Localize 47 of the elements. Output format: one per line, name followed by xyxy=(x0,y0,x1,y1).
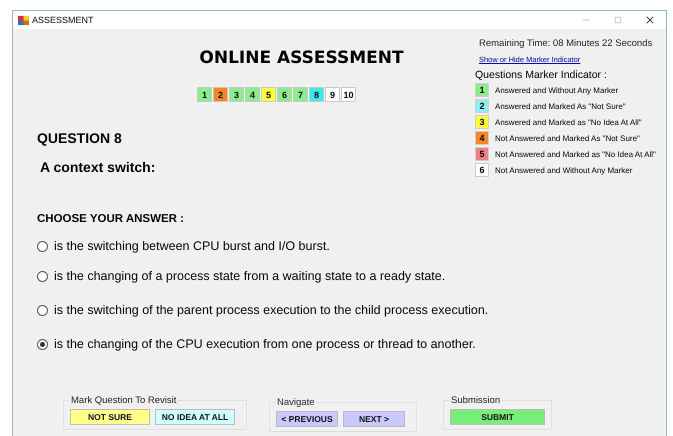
answer-option[interactable]: is the changing of a process state from a waiting state to a ready state. xyxy=(54,269,446,283)
question-text: A context switch: xyxy=(40,159,156,175)
answer-heading: CHOOSE YOUR ANSWER : xyxy=(37,213,185,225)
marker-description: Answered and Marked as "No Idea At All" xyxy=(495,118,642,126)
question-number-button[interactable]: 6 xyxy=(277,87,292,102)
marker-swatch: 4 xyxy=(475,131,489,145)
question-number-button[interactable]: 2 xyxy=(213,87,228,102)
marker-description: Not Answered and Marked as "No Idea At All" xyxy=(495,150,656,158)
marker-swatch: 5 xyxy=(475,147,489,161)
question-number-button[interactable]: 9 xyxy=(325,87,340,102)
question-number-button[interactable]: 8 xyxy=(309,87,324,102)
group-title: Mark Question To Revisit xyxy=(70,395,178,406)
question-number-button[interactable]: 5 xyxy=(261,87,276,102)
marker-swatch: 1 xyxy=(475,83,489,97)
question-heading: QUESTION 8 xyxy=(37,130,123,146)
marker-description: Answered and Marked As "Not Sure" xyxy=(495,102,626,110)
app-icon xyxy=(18,14,29,26)
radio-button[interactable] xyxy=(37,304,48,316)
action-button[interactable]: < PREVIOUS xyxy=(276,411,338,427)
action-button[interactable]: NOT SURE xyxy=(70,409,150,425)
marker-description: Not Answered and Marked As "Not Sure" xyxy=(495,134,640,142)
action-button[interactable]: NEXT > xyxy=(343,411,405,427)
question-number-button[interactable]: 10 xyxy=(341,87,356,102)
question-number-button[interactable]: 4 xyxy=(245,87,260,102)
window-title: ASSESSMENT xyxy=(32,15,94,25)
action-button[interactable]: SUBMIT xyxy=(450,409,545,425)
action-button[interactable]: NO IDEA AT ALL xyxy=(155,409,235,425)
question-number-button[interactable]: 3 xyxy=(229,87,244,102)
group-title: Navigate xyxy=(276,397,316,408)
question-number-button[interactable]: 7 xyxy=(293,87,308,102)
assessment-title: ONLINE ASSESSMENT xyxy=(199,48,404,68)
answer-option[interactable]: is the changing of the CPU execution from one process or thread to another. xyxy=(54,337,476,351)
radio-button[interactable] xyxy=(37,270,48,282)
question-number-button[interactable]: 1 xyxy=(197,87,212,102)
answer-option[interactable]: is the switching between CPU burst and I/O burst. xyxy=(54,239,330,253)
group-title: Submission xyxy=(450,395,502,406)
answer-option[interactable]: is the switching of the parent process execution to the child process execution. xyxy=(54,303,488,317)
marker-swatch: 6 xyxy=(475,163,489,177)
marker-swatch: 3 xyxy=(475,115,489,129)
marker-swatch: 2 xyxy=(475,99,489,113)
remaining-time: Remaining Time: 08 Minutes 22 Seconds xyxy=(479,38,654,49)
legend-title: Questions Marker Indicator : xyxy=(475,69,608,81)
marker-description: Answered and Without Any Marker xyxy=(495,86,618,94)
radio-button[interactable] xyxy=(37,338,48,350)
close-icon[interactable] xyxy=(646,16,654,24)
radio-button[interactable] xyxy=(37,240,48,252)
marker-description: Not Answered and Without Any Marker xyxy=(495,166,632,174)
